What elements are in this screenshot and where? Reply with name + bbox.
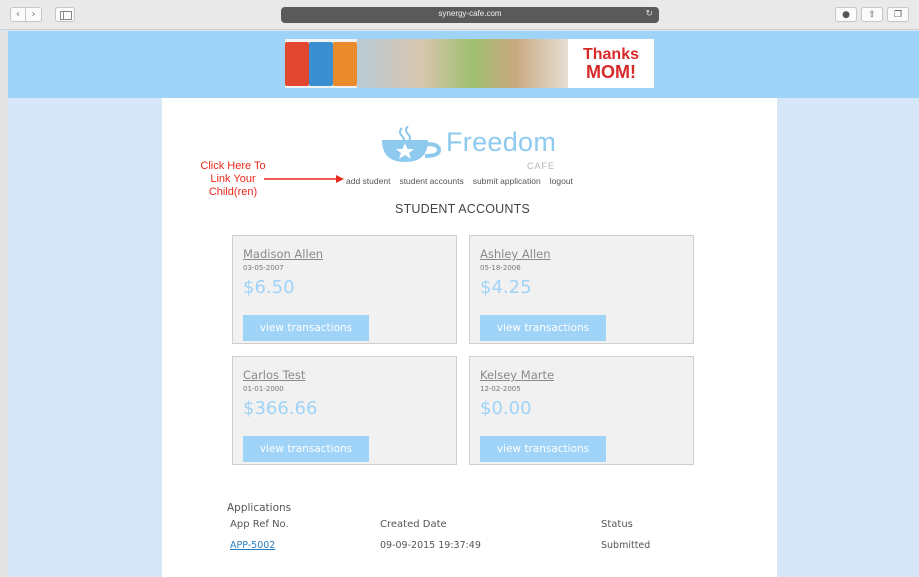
- student-card: Carlos Test 01-01-2000 $366.66 view tran…: [232, 356, 457, 465]
- tabs-icon: ❐: [893, 9, 903, 20]
- reload-icon[interactable]: ↻: [645, 9, 653, 19]
- banner-slogan-line2: MOM!: [586, 61, 636, 82]
- history-buttons: ‹ ›: [10, 7, 42, 22]
- student-dob: 03-05-2007: [243, 264, 284, 272]
- logo-subtitle: CAFE: [527, 161, 556, 171]
- sidebar-toggle-button[interactable]: [55, 7, 75, 22]
- column-header-ref: App Ref No.: [230, 519, 289, 530]
- student-name-link[interactable]: Madison Allen: [243, 247, 323, 261]
- toolbar-right: ● ⇧ ❐: [835, 7, 909, 22]
- page-title: STUDENT ACCOUNTS: [395, 202, 530, 216]
- column-header-status: Status: [601, 519, 633, 530]
- address-bar[interactable]: synergy-cafe.com ↻: [281, 7, 659, 23]
- application-created-date: 09-09-2015 19:37:49: [380, 540, 481, 551]
- view-transactions-button[interactable]: view transactions: [243, 436, 369, 462]
- snack-pack-image: [285, 42, 309, 86]
- back-button[interactable]: ‹: [10, 7, 26, 22]
- download-button[interactable]: ●: [835, 7, 857, 22]
- logo-name: Freedom: [446, 127, 557, 157]
- application-ref-link[interactable]: APP-5002: [230, 540, 275, 551]
- banner-slogan: Thanks MOM!: [568, 39, 654, 88]
- student-name-link[interactable]: Carlos Test: [243, 368, 305, 382]
- view-transactions-button[interactable]: view transactions: [480, 436, 606, 462]
- banner-slogan-line1: Thanks: [582, 45, 639, 63]
- student-dob: 05-18-2006: [480, 264, 521, 272]
- address-url: synergy-cafe.com: [438, 9, 502, 18]
- application-status: Submitted: [601, 540, 651, 551]
- nav-add-student[interactable]: add student: [346, 176, 390, 186]
- student-balance: $0.00: [480, 398, 532, 419]
- snack-pack-image: [333, 42, 357, 86]
- forward-button[interactable]: ›: [26, 7, 42, 22]
- student-card: Kelsey Marte 12-02-2005 $0.00 view trans…: [469, 356, 694, 465]
- applications-title: Applications: [227, 502, 292, 514]
- student-name-link[interactable]: Ashley Allen: [480, 247, 551, 261]
- share-icon: ⇧: [868, 9, 876, 20]
- nav-student-accounts[interactable]: student accounts: [399, 176, 463, 186]
- nav-logout[interactable]: logout: [550, 176, 573, 186]
- page-left-edge: [0, 31, 8, 577]
- main-nav: add student student accounts submit appl…: [346, 176, 573, 186]
- student-balance: $366.66: [243, 398, 318, 419]
- kids-photo: [357, 39, 568, 88]
- snack-pack-image: [309, 42, 333, 86]
- arrow-right-icon: [264, 175, 344, 183]
- tabs-button[interactable]: ❐: [887, 7, 909, 22]
- view-transactions-button[interactable]: view transactions: [243, 315, 369, 341]
- student-balance: $6.50: [243, 277, 295, 298]
- column-header-created: Created Date: [380, 519, 447, 530]
- student-dob: 12-02-2005: [480, 385, 521, 393]
- share-button[interactable]: ⇧: [861, 7, 883, 22]
- student-dob: 01-01-2000: [243, 385, 284, 393]
- download-icon: ●: [842, 9, 850, 20]
- ad-banner[interactable]: Thanks MOM!: [285, 39, 654, 88]
- nav-submit-application[interactable]: submit application: [473, 176, 541, 186]
- student-balance: $4.25: [480, 277, 532, 298]
- coffee-cup-icon: [382, 126, 442, 162]
- student-name-link[interactable]: Kelsey Marte: [480, 368, 554, 382]
- browser-toolbar: ‹ › synergy-cafe.com ↻ ● ⇧ ❐: [0, 0, 919, 30]
- view-transactions-button[interactable]: view transactions: [480, 315, 606, 341]
- student-card: Ashley Allen 05-18-2006 $4.25 view trans…: [469, 235, 694, 344]
- student-card: Madison Allen 03-05-2007 $6.50 view tran…: [232, 235, 457, 344]
